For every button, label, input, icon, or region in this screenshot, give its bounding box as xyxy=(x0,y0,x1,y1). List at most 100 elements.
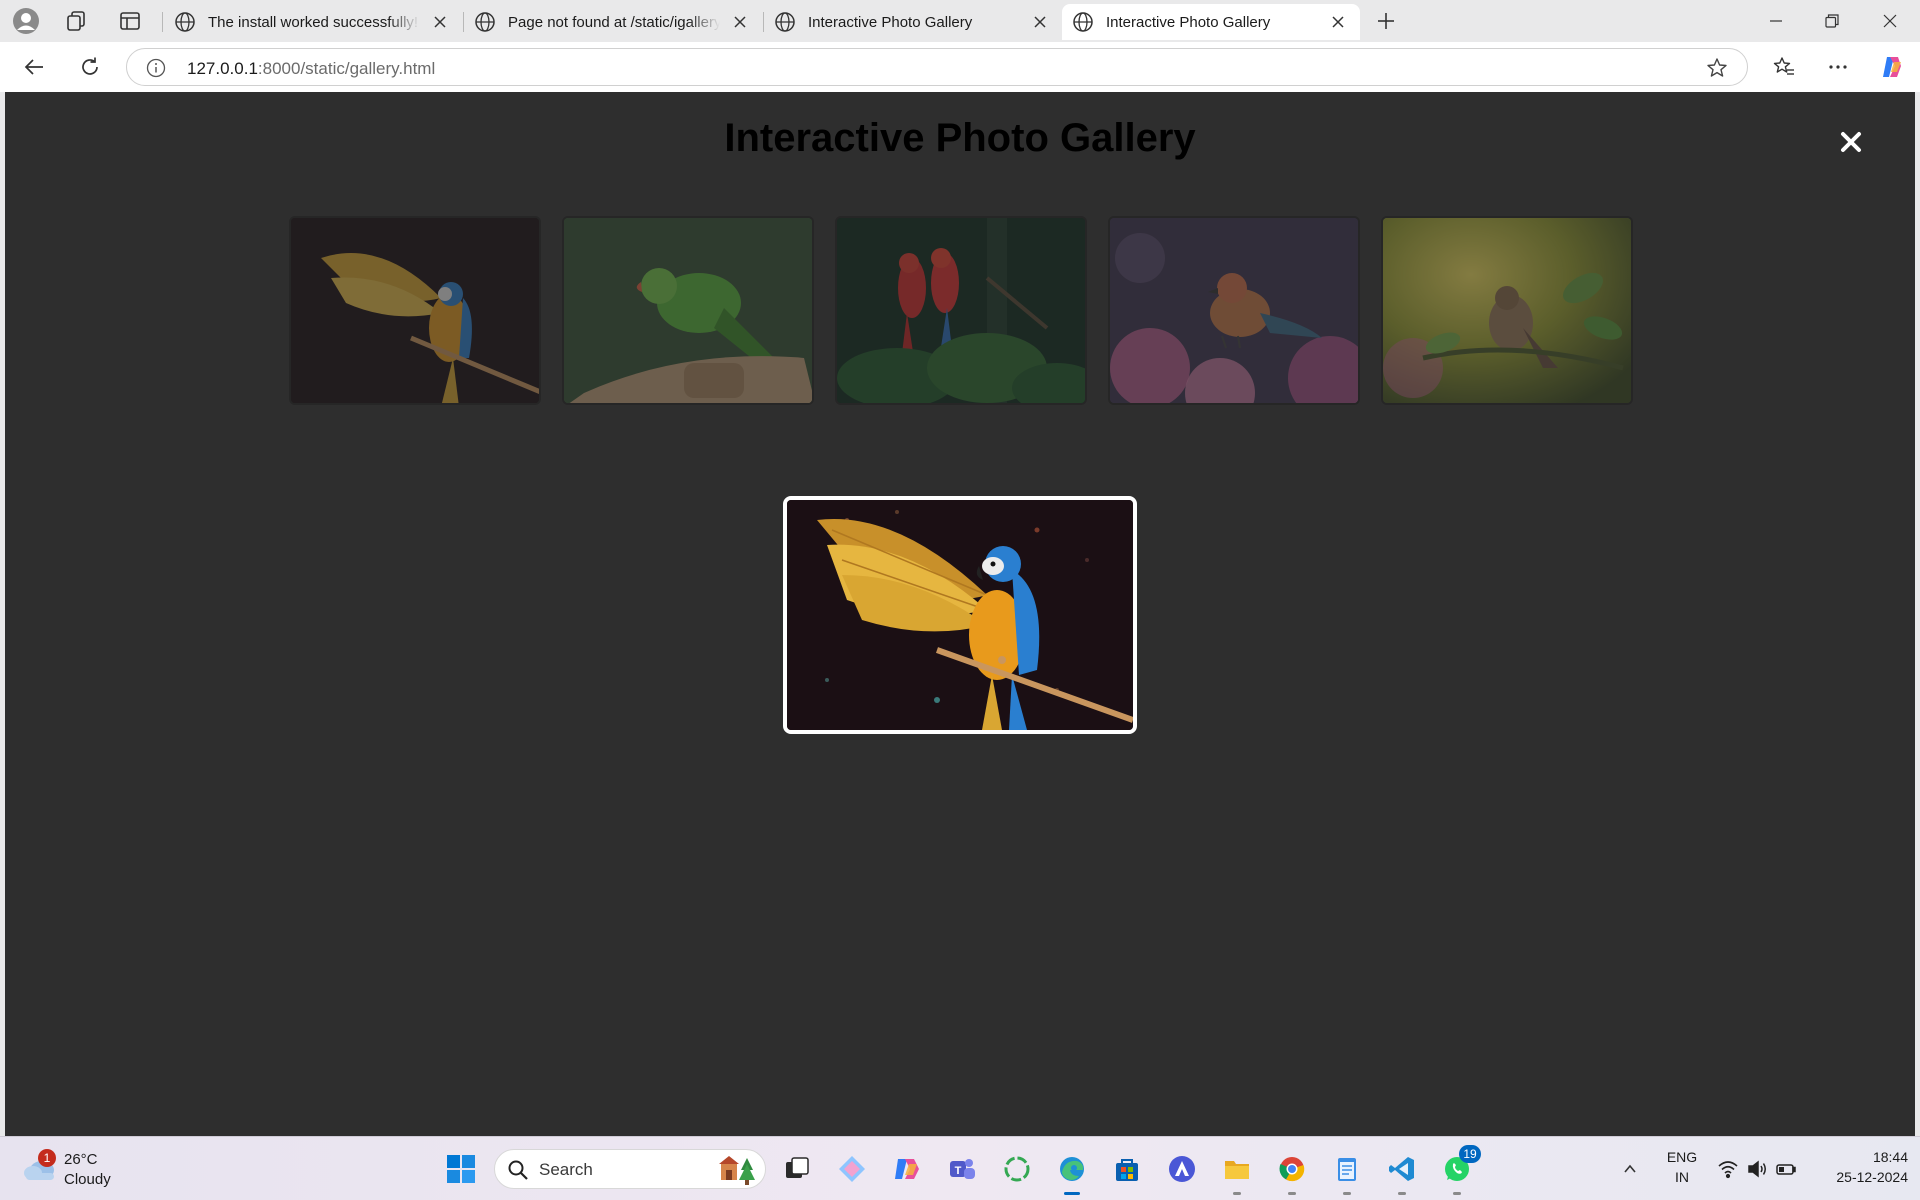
diamond-app-icon xyxy=(839,1156,865,1182)
whatsapp-unread-badge: 19 xyxy=(1459,1145,1481,1163)
running-app-indicator xyxy=(1343,1192,1351,1195)
svg-text:T: T xyxy=(955,1165,962,1177)
back-arrow-icon[interactable] xyxy=(16,50,52,84)
close-tab-icon[interactable] xyxy=(728,10,752,34)
weather-alert-badge: 1 xyxy=(38,1149,56,1167)
globe-icon xyxy=(175,12,195,32)
notepad-button[interactable] xyxy=(1329,1151,1365,1195)
favorite-star-icon[interactable] xyxy=(1705,56,1729,80)
teams-button[interactable]: T xyxy=(944,1151,980,1187)
close-tab-icon[interactable] xyxy=(1326,10,1350,34)
close-tab-icon[interactable] xyxy=(428,10,452,34)
globe-icon xyxy=(775,12,795,32)
clock-time: 18:44 xyxy=(1872,1149,1908,1165)
region-code: IN xyxy=(1675,1169,1689,1185)
triangle-logo-icon xyxy=(1169,1156,1195,1182)
favorites-icon[interactable] xyxy=(1766,50,1802,84)
vscode-button[interactable] xyxy=(1384,1151,1420,1195)
profile-icon[interactable] xyxy=(10,6,42,36)
macaw-enlarged-image xyxy=(787,500,1133,730)
system-clock[interactable]: 18:44 25-12-2024 xyxy=(1810,1147,1908,1187)
chrome-icon xyxy=(1279,1157,1305,1182)
weather-condition: Cloudy xyxy=(64,1171,111,1188)
vscode-icon xyxy=(1389,1157,1414,1181)
active-app-indicator xyxy=(1064,1192,1080,1195)
folder-icon xyxy=(1225,1161,1249,1179)
windows-logo-icon xyxy=(447,1155,475,1183)
minimize-icon[interactable] xyxy=(1748,0,1804,42)
store-button[interactable] xyxy=(1109,1151,1145,1187)
tab-title: The install worked successfully! Co xyxy=(208,13,420,31)
language-indicator[interactable]: ENG IN xyxy=(1664,1147,1700,1187)
running-app-indicator xyxy=(1288,1192,1296,1195)
thumbnail-flower-bird[interactable] xyxy=(1108,216,1360,405)
chrome-button[interactable] xyxy=(1274,1151,1310,1195)
tab-title: Interactive Photo Gallery xyxy=(808,13,973,31)
tab-title: Interactive Photo Gallery xyxy=(1106,13,1271,31)
refresh-icon[interactable] xyxy=(72,50,108,84)
workspaces-icon[interactable] xyxy=(60,6,92,36)
thumbnail-sparrow[interactable] xyxy=(1381,216,1633,405)
windows-taskbar: 1 26°C Cloudy Search T 19 ENG IN 18:44 2… xyxy=(0,1136,1920,1200)
globe-icon xyxy=(1073,12,1093,32)
clock-date: 25-12-2024 xyxy=(1836,1169,1908,1185)
green-ring-icon xyxy=(1004,1156,1030,1182)
thumbnail-macaw[interactable] xyxy=(289,216,541,405)
running-app-indicator xyxy=(1233,1192,1241,1195)
url-path: :8000/static/gallery.html xyxy=(257,59,436,78)
search-icon xyxy=(508,1160,528,1180)
volume-icon[interactable] xyxy=(1745,1157,1769,1181)
start-button[interactable] xyxy=(443,1151,479,1187)
whatsapp-button[interactable]: 19 xyxy=(1439,1145,1481,1195)
restore-icon[interactable] xyxy=(1804,0,1860,42)
language-code: ENG xyxy=(1666,1149,1698,1165)
notepad-icon xyxy=(1338,1158,1356,1181)
running-app-indicator xyxy=(1398,1192,1406,1195)
teams-icon: T xyxy=(950,1159,975,1179)
widgets-app-button[interactable] xyxy=(834,1151,870,1187)
sync-app-button[interactable] xyxy=(999,1151,1035,1187)
file-explorer-button[interactable] xyxy=(1219,1151,1255,1195)
globe-icon xyxy=(475,12,495,32)
weather-widget[interactable]: 1 26°C Cloudy xyxy=(18,1147,128,1191)
holiday-decoration-icon xyxy=(719,1156,755,1185)
show-hidden-icons-chevron-icon[interactable] xyxy=(1618,1157,1642,1181)
search-label: Search xyxy=(539,1160,593,1179)
store-icon xyxy=(1116,1159,1138,1181)
weather-temperature: 26°C xyxy=(64,1151,98,1168)
copilot-icon[interactable] xyxy=(1874,50,1910,84)
task-view-icon xyxy=(786,1157,809,1178)
running-app-indicator xyxy=(1453,1192,1461,1195)
new-tab-icon[interactable] xyxy=(1370,6,1402,36)
close-tab-icon[interactable] xyxy=(1028,10,1052,34)
browser-toolbar: 127.0.0.1:8000/static/gallery.html xyxy=(0,42,1920,92)
thumbnail-scarlet-macaws[interactable] xyxy=(835,216,1087,405)
close-icon[interactable] xyxy=(1835,126,1867,158)
copilot-taskbar-button[interactable] xyxy=(889,1151,925,1187)
task-view-button[interactable] xyxy=(779,1151,815,1187)
edge-button[interactable] xyxy=(1054,1151,1090,1195)
dev-app-button[interactable] xyxy=(1164,1151,1200,1187)
tab-gallery-active[interactable]: Interactive Photo Gallery xyxy=(1062,4,1360,40)
more-options-icon[interactable] xyxy=(1820,50,1856,84)
page-title: Interactive Photo Gallery xyxy=(724,116,1196,160)
url-host: 127.0.0.1 xyxy=(187,59,258,78)
browser-tab-strip: The install worked successfully! Co Page… xyxy=(0,0,1920,42)
vertical-tabs-icon[interactable] xyxy=(114,6,146,36)
tab-title: Page not found at /static/igallery.h xyxy=(508,13,720,31)
site-info-icon[interactable] xyxy=(145,57,167,79)
gallery-page: Interactive Photo Gallery xyxy=(5,92,1915,1136)
window-close-icon[interactable] xyxy=(1862,0,1918,42)
taskbar-search[interactable]: Search xyxy=(494,1149,766,1189)
thumbnail-parakeet[interactable] xyxy=(562,216,814,405)
copilot-app-icon xyxy=(895,1159,919,1179)
tab-install-worked[interactable]: The install worked successfully! Co xyxy=(164,4,462,40)
tab-gallery-1[interactable]: Interactive Photo Gallery xyxy=(764,4,1062,40)
tab-page-not-found[interactable]: Page not found at /static/igallery.h xyxy=(464,4,762,40)
lightbox-image xyxy=(783,496,1137,734)
url-text[interactable]: 127.0.0.1:8000/static/gallery.html xyxy=(187,59,435,79)
edge-icon xyxy=(1060,1157,1084,1181)
battery-icon[interactable] xyxy=(1774,1157,1798,1181)
address-bar[interactable]: 127.0.0.1:8000/static/gallery.html xyxy=(126,48,1748,86)
wifi-icon[interactable] xyxy=(1716,1157,1740,1181)
